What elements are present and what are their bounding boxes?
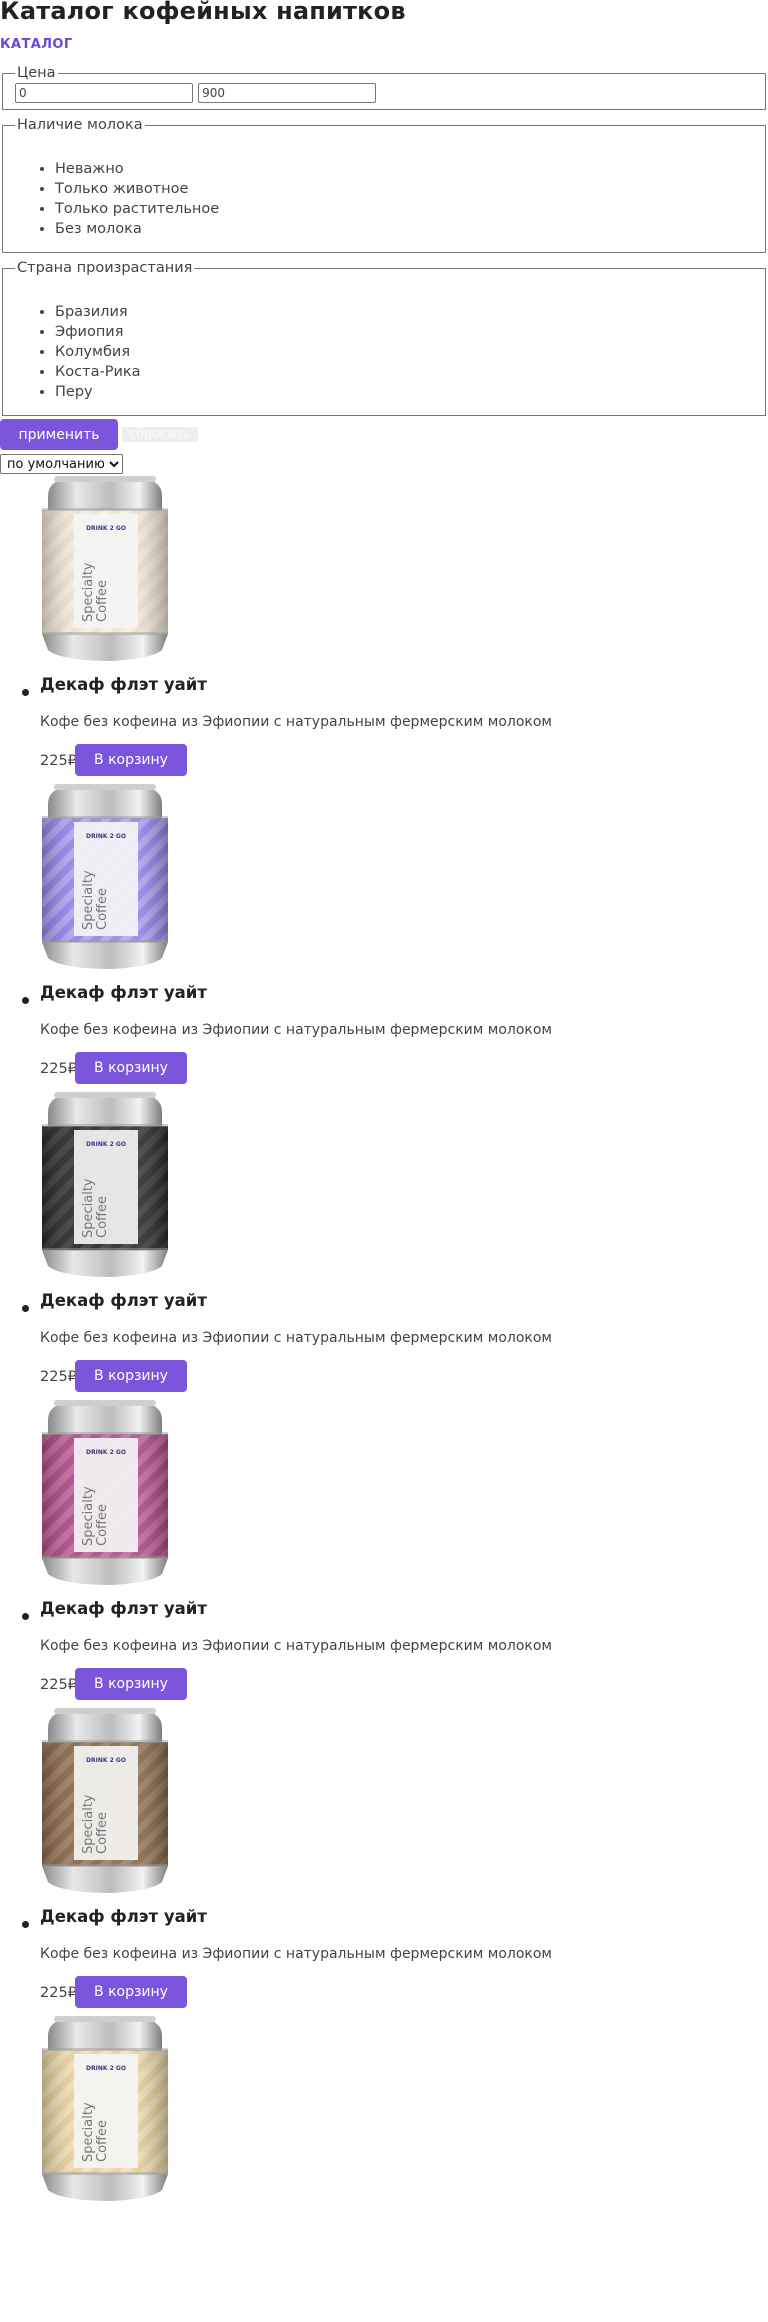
- can-label-line1: Specialty: [81, 2102, 96, 2162]
- product-price: 225₽: [40, 753, 77, 769]
- country-option[interactable]: Эфиопия: [55, 322, 753, 342]
- add-to-cart-button[interactable]: В корзину: [75, 1668, 187, 1700]
- can-brand-text: DRINK 2 GO: [86, 1449, 126, 1456]
- page-title: Каталог кофейных напитков: [0, 0, 406, 25]
- product-name: Декаф флэт уайт: [40, 983, 207, 1002]
- product-description: Кофе без кофеина из Эфиопии с натуральны…: [40, 1022, 552, 1038]
- milk-filter: Наличие молока Неважно Только животное Т…: [2, 117, 766, 253]
- list-bullet: [22, 689, 29, 696]
- product-description: Кофе без кофеина из Эфиопии с натуральны…: [40, 1638, 552, 1654]
- reset-button[interactable]: сбросить: [122, 427, 198, 442]
- product-list: DRINK 2 GO Specialty Coffee Декаф флэт уайт…: [0, 474, 768, 2322]
- product-card: DRINK 2 GO Specialty Coffee Декаф флэт уайт…: [0, 1706, 768, 2014]
- milk-option[interactable]: Неважно: [55, 159, 753, 179]
- price-filter-legend: Цена: [17, 65, 56, 81]
- can-brand-text: DRINK 2 GO: [86, 1141, 126, 1148]
- product-card: DRINK 2 GO Specialty Coffee Декаф флэт уайт…: [0, 1398, 768, 1706]
- product-can-image: DRINK 2 GO Specialty Coffee: [42, 1092, 168, 1277]
- can-label-line2: Coffee: [95, 2120, 110, 2162]
- product-can-image: DRINK 2 GO Specialty Coffee: [42, 476, 168, 661]
- apply-button[interactable]: применить: [0, 419, 118, 450]
- filter-controls: применить сбросить: [0, 419, 768, 450]
- catalog-link[interactable]: КАТАЛОГ: [0, 37, 73, 52]
- price-filter: Цена: [2, 65, 766, 110]
- country-option[interactable]: Бразилия: [55, 302, 753, 322]
- can-label-line2: Coffee: [95, 1504, 110, 1546]
- can-label-line2: Coffee: [95, 580, 110, 622]
- can-label-line1: Specialty: [81, 1794, 96, 1854]
- product-can-image: DRINK 2 GO Specialty Coffee: [42, 1708, 168, 1893]
- list-bullet: [22, 1921, 29, 1928]
- milk-option[interactable]: Без молока: [55, 219, 753, 239]
- milk-filter-legend: Наличие молока: [17, 117, 143, 133]
- list-bullet: [22, 1305, 29, 1312]
- price-max-input[interactable]: [198, 83, 377, 103]
- product-can-image: DRINK 2 GO Specialty Coffee: [42, 784, 168, 969]
- can-brand-text: DRINK 2 GO: [86, 2065, 126, 2072]
- country-options-list: Бразилия Эфиопия Колумбия Коста-Рика Пер…: [15, 302, 753, 402]
- product-price: 225₽: [40, 1985, 77, 2001]
- add-to-cart-button[interactable]: В корзину: [75, 1976, 187, 2008]
- add-to-cart-button[interactable]: В корзину: [75, 1052, 187, 1084]
- country-filter-legend: Страна произрастания: [17, 260, 193, 276]
- product-price: 225₽: [40, 1369, 77, 1385]
- can-label-line1: Specialty: [81, 562, 96, 622]
- add-to-cart-button[interactable]: В корзину: [75, 1360, 187, 1392]
- list-bullet: [22, 997, 29, 1004]
- product-name: Декаф флэт уайт: [40, 1291, 207, 1310]
- can-brand-text: DRINK 2 GO: [86, 833, 126, 840]
- country-option[interactable]: Колумбия: [55, 342, 753, 362]
- product-can-image: DRINK 2 GO Specialty Coffee: [42, 2016, 168, 2201]
- product-description: Кофе без кофеина из Эфиопии с натуральны…: [40, 1330, 552, 1346]
- can-label-line1: Specialty: [81, 1486, 96, 1546]
- country-filter: Страна произрастания Бразилия Эфиопия Ко…: [2, 260, 766, 416]
- product-card: DRINK 2 GO Specialty Coffee Декаф флэт уайт…: [0, 782, 768, 1090]
- product-card: DRINK 2 GO Specialty Coffee: [0, 2014, 768, 2322]
- can-label-line2: Coffee: [95, 1812, 110, 1854]
- product-name: Декаф флэт уайт: [40, 675, 207, 694]
- milk-option[interactable]: Только растительное: [55, 199, 753, 219]
- price-min-input[interactable]: [15, 83, 193, 103]
- product-can-image: DRINK 2 GO Specialty Coffee: [42, 1400, 168, 1585]
- can-label-line1: Specialty: [81, 1178, 96, 1238]
- product-price: 225₽: [40, 1677, 77, 1693]
- can-brand-text: DRINK 2 GO: [86, 525, 126, 532]
- can-label-line1: Specialty: [81, 870, 96, 930]
- sort-select[interactable]: по умолчанию: [0, 454, 123, 474]
- product-description: Кофе без кофеина из Эфиопии с натуральны…: [40, 1946, 552, 1962]
- product-description: Кофе без кофеина из Эфиопии с натуральны…: [40, 714, 552, 730]
- list-bullet: [22, 1613, 29, 1620]
- can-brand-text: DRINK 2 GO: [86, 1757, 126, 1764]
- product-name: Декаф флэт уайт: [40, 1599, 207, 1618]
- country-option[interactable]: Коста-Рика: [55, 362, 753, 382]
- product-card: DRINK 2 GO Specialty Coffee Декаф флэт уайт…: [0, 474, 768, 782]
- product-name: Декаф флэт уайт: [40, 1907, 207, 1926]
- can-label-line2: Coffee: [95, 888, 110, 930]
- milk-option[interactable]: Только животное: [55, 179, 753, 199]
- add-to-cart-button[interactable]: В корзину: [75, 744, 187, 776]
- milk-options-list: Неважно Только животное Только раститель…: [15, 159, 753, 239]
- country-option[interactable]: Перу: [55, 382, 753, 402]
- product-card: DRINK 2 GO Specialty Coffee Декаф флэт уайт…: [0, 1090, 768, 1398]
- product-price: 225₽: [40, 1061, 77, 1077]
- can-label-line2: Coffee: [95, 1196, 110, 1238]
